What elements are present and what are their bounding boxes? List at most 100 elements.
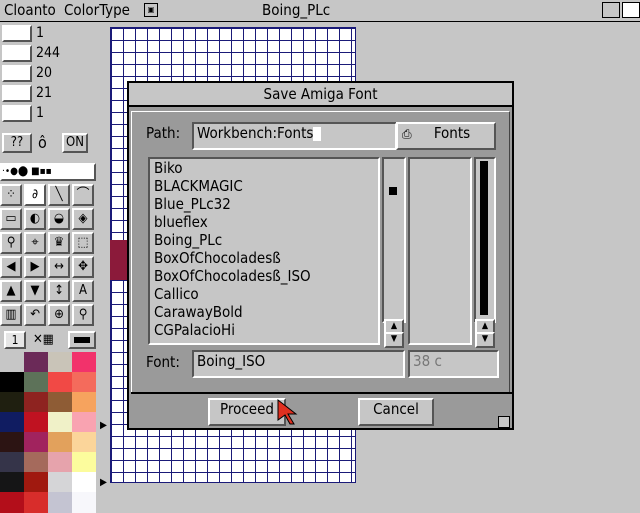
palette-swatch[interactable] [72,392,96,413]
scroll-thumb[interactable] [389,187,397,195]
palette-swatch[interactable] [48,392,72,413]
palette-swatch[interactable] [48,372,72,393]
brush-size-bar[interactable]: ·•●⬤ ■▪▪ [0,163,96,181]
right-arrow-icon[interactable]: ▶ [24,256,46,278]
file-list-scrollbar[interactable] [382,157,406,323]
palette-swatch[interactable] [48,452,72,473]
depth-front-icon[interactable] [622,2,640,18]
lock-icon[interactable]: ô [38,133,47,152]
palette-swatch[interactable] [24,392,48,413]
palette-swatch[interactable] [0,372,24,393]
rect-tool-icon[interactable]: ▭ [0,208,22,230]
app-menu[interactable]: Cloanto [4,1,56,19]
size-list-scrollbar[interactable] [474,157,496,323]
palette-swatch[interactable] [24,452,48,473]
palette-swatch[interactable] [48,432,72,453]
fonts-button[interactable]: ⎙ Fonts [396,122,496,150]
palette-swatch[interactable] [72,412,96,433]
palette-swatch[interactable] [48,492,72,513]
undo-icon[interactable]: ↶ [24,304,46,326]
select-tool-icon[interactable]: ⬚ [72,232,94,254]
palette-swatch[interactable] [0,432,24,453]
palette-swatch[interactable] [0,472,24,493]
list-item[interactable]: Biko [150,159,378,177]
curve-tool-icon[interactable]: ⌒ [72,184,94,206]
cancel-button[interactable]: Cancel [358,398,434,426]
box-icon[interactable] [2,85,32,102]
scale-button[interactable]: 1 [4,331,26,349]
palette-swatch[interactable] [72,372,96,393]
palette-swatch[interactable] [24,432,48,453]
polygon-tool-icon[interactable]: ◈ [72,208,94,230]
help-button[interactable]: ?? [2,133,32,153]
grid-icon[interactable] [2,25,32,42]
proceed-button[interactable]: Proceed [208,398,286,426]
on-button[interactable]: ON [62,133,88,153]
palette-swatch[interactable] [0,452,24,473]
palette-swatch[interactable] [24,372,48,393]
font-name-input[interactable]: Boing_ISO [192,350,405,378]
left-arrow-icon[interactable]: ◀ [0,256,22,278]
size-scroll-down-icon[interactable]: ▼ [475,332,495,348]
ellipse-tool-icon[interactable]: ◒ [48,208,70,230]
text-tool-icon[interactable]: A [72,280,94,302]
palette-swatch[interactable] [48,352,72,373]
palette-swatch[interactable] [72,432,96,453]
size-list[interactable] [408,157,472,345]
size-scroll-thumb[interactable] [480,161,488,315]
path-input[interactable]: Workbench:Fonts [192,122,397,150]
resize-gadget-icon[interactable] [498,416,510,428]
move-icon[interactable]: ✥ [72,256,94,278]
color-bar-icon[interactable] [68,331,96,349]
depth-back-icon[interactable] [602,2,620,18]
width-icon[interactable] [2,65,32,82]
path-label: Path: [146,124,181,142]
palette-swatch[interactable] [72,352,96,373]
dotted-box-icon[interactable] [2,105,32,122]
window-depth-icon[interactable]: ▣ [144,3,158,17]
list-item[interactable]: Boing_PLc [150,231,378,249]
palette-swatch[interactable] [0,392,24,413]
list-item[interactable]: BoxOfChocoladesß [150,249,378,267]
palette-swatch[interactable] [72,452,96,473]
hflip-icon[interactable]: ↔ [48,256,70,278]
line-tool-icon[interactable]: ╲ [48,184,70,206]
circle-tool-icon[interactable]: ◐ [24,208,46,230]
width-value: 20 [36,65,53,81]
palette-swatch[interactable] [24,352,48,373]
list-item[interactable]: CGPalacioHi [150,321,378,339]
trash-icon[interactable]: ▥ [0,304,22,326]
magnify-icon[interactable]: ⚲ [72,304,94,326]
fill-tool-icon[interactable]: ⚲ [0,232,22,254]
palette-swatch[interactable] [24,492,48,513]
palette-swatch[interactable] [24,472,48,493]
x-grid-icon[interactable]: ✕▦ [33,332,54,347]
dotted-box-value: 1 [36,105,45,121]
palette-swatch[interactable] [72,472,96,493]
down-arrow-icon[interactable]: ▼ [24,280,46,302]
palette-swatch[interactable] [48,412,72,433]
list-item[interactable]: Blue_PLc32 [150,195,378,213]
palette-swatch[interactable] [24,412,48,433]
list-item[interactable]: BLACKMAGIC [150,177,378,195]
dot-tool-icon[interactable]: ⁘ [0,184,22,206]
colortype-menu[interactable]: ColorType [64,1,130,19]
palette-swatch[interactable] [0,492,24,513]
scroll-down-icon[interactable]: ▼ [384,332,404,348]
airbrush-tool-icon[interactable]: ⌖ [24,232,46,254]
file-list[interactable]: Biko BLACKMAGIC Blue_PLc32 blueflex Boin… [148,157,380,345]
list-item[interactable]: blueflex [150,213,378,231]
palette-swatch[interactable] [48,472,72,493]
list-item[interactable]: CarawayBold [150,303,378,321]
palette-swatch[interactable] [0,412,24,433]
crown-tool-icon[interactable]: ♛ [48,232,70,254]
list-item[interactable]: BoxOfChocoladesß_ISO [150,267,378,285]
frame-icon[interactable] [2,45,32,62]
list-item[interactable]: Callico [150,285,378,303]
freehand-tool-icon[interactable]: ∂ [24,184,46,206]
vflip-icon[interactable]: ↕ [48,280,70,302]
font-size-input[interactable]: 38 c [408,350,499,378]
zoom-in-icon[interactable]: ⊕ [48,304,70,326]
palette-swatch[interactable] [72,492,96,513]
up-arrow-icon[interactable]: ▲ [0,280,22,302]
